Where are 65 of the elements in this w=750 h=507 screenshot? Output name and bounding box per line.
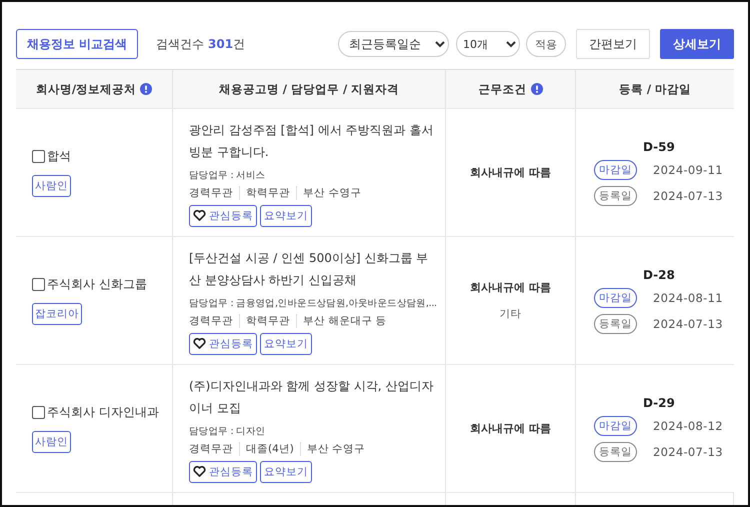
company-name: 주식회사 디자인내과 bbox=[47, 404, 159, 421]
summary-button[interactable]: 요약보기 bbox=[260, 332, 312, 354]
deadline-badge: 마감일 bbox=[594, 160, 637, 180]
job-title-link[interactable]: 광안리 감성주점 [합석] 에서 주방직원과 홀서빙분 구합니다. bbox=[189, 118, 439, 162]
duty-text: 담당업무 : 디자인 bbox=[189, 424, 266, 438]
registered-badge: 등록일 bbox=[594, 186, 637, 206]
d-day: D-29 bbox=[643, 396, 675, 410]
source-badge: 사람인 bbox=[32, 431, 71, 453]
summary-button[interactable]: 요약보기 bbox=[260, 460, 312, 482]
qualification-tag: 부산 수영구 bbox=[296, 186, 368, 200]
view-mode-button[interactable]: 상세보기 bbox=[660, 29, 734, 59]
summary-button[interactable]: 요약보기 bbox=[260, 204, 312, 226]
favorite-button[interactable]: 관심등록 bbox=[189, 204, 257, 226]
date-text: 2024-07-13 bbox=[653, 444, 723, 458]
view-mode-button[interactable]: 간편보기 bbox=[576, 29, 650, 59]
registered-badge: 등록일 bbox=[594, 314, 637, 334]
company-name: 합석 bbox=[47, 148, 71, 165]
date-text: 2024-07-13 bbox=[653, 316, 723, 330]
qualification-tag: 경력무관 bbox=[189, 186, 239, 200]
date-text: 2024-08-11 bbox=[653, 290, 723, 304]
registered-badge: 등록일 bbox=[594, 442, 637, 462]
d-day: D-59 bbox=[643, 140, 675, 154]
duty-text: 담당업무 : 금융영업,인바운드상담원,아웃바운드상담원,... bbox=[189, 296, 437, 310]
work-condition: 기타 bbox=[500, 307, 522, 321]
company-name: 주식회사 신화그룹 bbox=[47, 276, 147, 293]
date-text: 2024-09-11 bbox=[653, 162, 723, 176]
source-badge: 잡코리아 bbox=[32, 303, 82, 325]
qualification-tag: 학력무관 bbox=[239, 186, 296, 200]
heart-icon bbox=[193, 210, 206, 221]
duty-text: 담당업무 : 서비스 bbox=[189, 168, 266, 182]
qualification-tag: 경력무관 bbox=[189, 442, 239, 456]
qualification-tag: 부산 수영구 bbox=[300, 442, 372, 456]
qualification-tag: 학력무관 bbox=[239, 314, 296, 328]
heart-icon bbox=[193, 466, 206, 477]
qualification-tag: 대졸(4년) bbox=[239, 442, 300, 456]
work-condition: 회사내규에 따름 bbox=[470, 421, 551, 436]
info-icon bbox=[140, 83, 152, 95]
work-condition: 회사내규에 따름 bbox=[470, 165, 551, 180]
result-count: 검색건수 301건 bbox=[156, 36, 246, 52]
qualification-tag: 부산 해운대구 등 bbox=[296, 314, 393, 328]
checkbox[interactable] bbox=[32, 406, 45, 419]
checkbox[interactable] bbox=[32, 278, 45, 291]
column-header: 등록 / 마감일 bbox=[618, 82, 692, 96]
sort-select[interactable]: 최근등록일순 bbox=[338, 31, 449, 57]
page-size-select[interactable]: 10개 bbox=[456, 31, 520, 57]
job-title-link[interactable]: (주)디자인내과와 함께 성장할 시각, 산업디자이너 모집 bbox=[189, 374, 439, 418]
work-condition: 회사내규에 따름 bbox=[470, 280, 551, 295]
deadline-badge: 마감일 bbox=[594, 288, 637, 308]
apply-button[interactable]: 적용 bbox=[526, 31, 566, 57]
d-day: D-28 bbox=[643, 268, 675, 282]
heart-icon bbox=[193, 338, 206, 349]
favorite-button[interactable]: 관심등록 bbox=[189, 332, 257, 354]
column-header: 근무조건 bbox=[478, 82, 526, 96]
date-text: 2024-07-13 bbox=[653, 188, 723, 202]
column-header: 회사명/정보제공처 bbox=[36, 82, 136, 96]
source-badge: 사람인 bbox=[32, 175, 71, 197]
column-header: 채용공고명 / 담당업무 / 지원자격 bbox=[218, 82, 400, 96]
favorite-button[interactable]: 관심등록 bbox=[189, 460, 257, 482]
date-text: 2024-08-12 bbox=[653, 418, 723, 432]
deadline-badge: 마감일 bbox=[594, 416, 637, 436]
compare-search-button[interactable]: 채용정보 비교검색 bbox=[16, 29, 138, 59]
checkbox[interactable] bbox=[32, 150, 45, 163]
qualification-tag: 경력무관 bbox=[189, 314, 239, 328]
job-title-link[interactable]: [두산건설 시공 / 인센 500이상] 신화그룹 부산 분양상담사 하반기 신입공채 bbox=[189, 246, 439, 290]
info-icon bbox=[530, 83, 542, 95]
